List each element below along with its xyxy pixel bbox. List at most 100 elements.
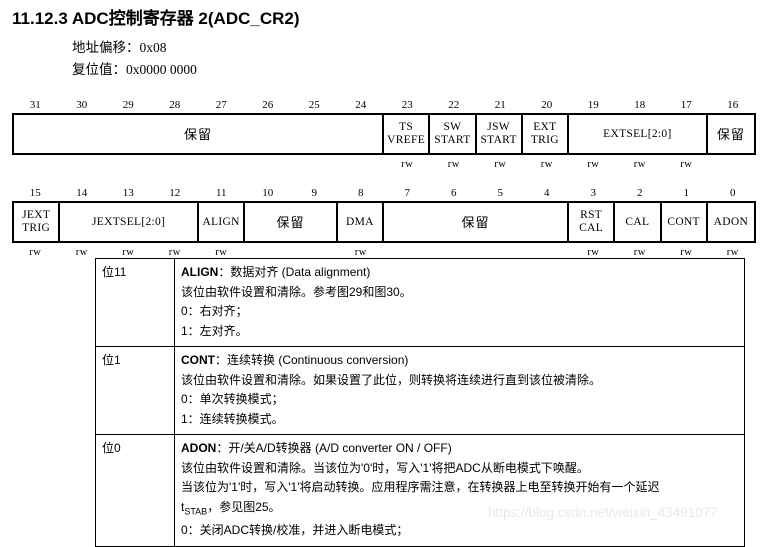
bit-index-cell: 位11 [95,258,175,347]
bit-number-row-low: 15 14 13 12 11 10 9 8 7 6 5 4 3 2 1 0 [12,186,756,201]
bit-number-15: 15 [29,187,41,199]
bit-number-29: 29 [122,99,134,111]
bit-number-5: 5 [497,187,504,199]
bitfield-CONT: CONT [662,203,708,241]
bitfield-ADON: ADON [708,203,754,241]
table-row: 位0 ADON：开/关A/D转换器 (A/D converter ON / OFF… [95,434,745,547]
bit-description-line: 0：关闭ADC转换/校准，并进入断电模式； [181,523,409,538]
access-empty [198,155,245,175]
bit-description-line: 该位由软件设置和清除。如果设置了此位，则转换将连续进行直到该位被清除。 [181,372,602,387]
register-bitfield-table-high: 31 30 29 28 27 26 25 24 23 22 21 20 19 18 17 16 保留 TS VRE… [12,98,756,175]
bit-field-title: ：开/关A/D转换器 (A/D converter ON / OFF) [216,441,452,455]
bitfield-label-line2: TRIG [22,222,51,234]
bit-number-10: 10 [262,187,274,199]
bit-number-0: 0 [730,187,736,199]
bit-number-24: 24 [355,99,367,111]
bit-number-20: 20 [541,99,553,111]
bit-field-name: ALIGN [181,265,219,279]
access-empty [59,155,106,175]
bitfield-保留: 保留 [245,203,338,241]
access-row-high: rw rw rw rw rw rw rw [12,155,756,175]
bit-number-9: 9 [311,187,318,199]
bitfield-label-line1: SW [443,121,462,133]
page-title: 11.12.3 ADC控制寄存器 2(ADC_CR2) [12,9,300,28]
bitfield-ALIGN: ALIGN [199,203,246,241]
access-rw: rw [680,159,693,170]
reset-value-label: 复位值：0x0000 0000 [72,62,197,77]
bit-number-25: 25 [308,99,320,111]
bit-description-line: 该位由软件设置和清除。参考图29和图30。 [181,284,412,299]
bitfield-row-low: JEXT TRIG JEXTSEL[2:0] ALIGN 保留 DMA 保留 RST CAL CA… [12,201,756,243]
bitfield-label-line1: 保留 [716,126,745,142]
bitfield-JSWSTART: JSW START [477,115,523,153]
bit-number-13: 13 [122,187,134,199]
bit-number-18: 18 [634,99,646,111]
bit-description-line: 1：连续转换模式。 [181,411,284,426]
bit-description-heading: ALIGN：数据对齐 (Data alignment) [181,263,738,283]
bit-number-28: 28 [169,99,181,111]
bit-description-cell: ADON：开/关A/D转换器 (A/D converter ON / OFF) 该… [174,434,745,547]
access-empty [12,155,59,175]
bit-field-title: ：数据对齐 (Data alignment) [218,265,371,279]
bit-number-16: 16 [727,99,739,111]
bit-field-name: ADON [181,441,217,455]
bit-number-21: 21 [494,99,506,111]
bitfield-EXTTRIG: EXT TRIG [523,115,569,153]
bit-description-line: tSTAB，参见图25。 [181,499,281,516]
bitfield-label-line1: DMA [346,215,374,228]
bit-number-27: 27 [215,99,227,111]
access-rw: rw [447,159,460,170]
bitfield-RSTCAL: RST CAL [569,203,616,241]
bitfield-label-line1: JSW [487,121,510,133]
bit-description-cell: ALIGN：数据对齐 (Data alignment) 该位由软件设置和清除。参考… [174,258,745,347]
access-empty [152,155,199,175]
bitfield-label-line1: ADON [713,215,749,228]
bitfield-label-line2: VREFE [387,134,426,146]
bitfield-label-line1: RST [580,209,603,221]
bit-description-heading: ADON：开/关A/D转换器 (A/D converter ON / OFF) [181,439,738,459]
bit-index-cell: 位0 [95,434,175,547]
bitfield-DMA: DMA [338,203,384,241]
bitfield-label-line1: ALIGN [202,215,240,228]
bitfield-label-line1: JEXT [22,209,51,221]
bitfield-label-line1: 保留 [183,126,212,142]
bit-number-4: 4 [544,187,550,199]
bitfield-label-line2: TRIG [530,134,559,146]
bitfield-label-line2: CAL [579,222,604,234]
bit-number-30: 30 [76,99,88,111]
bit-description-heading: CONT：连续转换 (Continuous conversion) [181,351,738,371]
table-row: 位1 CONT：连续转换 (Continuous conversion) 该位由软件… [95,346,745,435]
bit-number-8: 8 [358,187,364,199]
bit-number-14: 14 [76,187,88,199]
bit-number-31: 31 [29,99,41,111]
bit-number-2: 2 [637,187,643,199]
bit-field-title: ：连续转换 (Continuous conversion) [215,353,409,367]
bitfield-CAL: CAL [615,203,662,241]
bit-description-cell: CONT：连续转换 (Continuous conversion) 该位由软件设置… [174,346,745,435]
bitfield-row-high: 保留 TS VREFE SW START JSW START EXT TRIG EXTSEL[2:… [12,113,756,155]
bit-number-7: 7 [404,187,411,199]
bit-number-12: 12 [169,187,181,199]
bitfield-JEXTSEL[2:0]: JEXTSEL[2:0] [60,203,199,241]
bitfield-SWSTART: SW START [430,115,477,153]
access-empty [338,155,385,175]
bit-description-line: 当该位为'1'时，写入'1'将启动转换。应用程序需注意，在转换器上电至转换开始有… [181,480,660,494]
bitfield-label-line1: 保留 [276,214,305,230]
bit-number-1: 1 [683,187,690,199]
bit-description-table: 位11 ALIGN：数据对齐 (Data alignment) 该位由软件设置和清除… [95,258,745,547]
bitfield-label-line2: START [434,134,471,146]
bit-number-17: 17 [680,99,692,111]
bitfield-保留: 保留 [384,203,569,241]
access-rw: rw [29,247,42,258]
bit-number-row-high: 31 30 29 28 27 26 25 24 23 22 21 20 19 18 17 16 [12,98,756,113]
bit-number-23: 23 [401,99,413,111]
access-rw: rw [633,159,646,170]
bitfield-保留: 保留 [14,115,384,153]
bit-number-3: 3 [590,187,597,199]
access-rw: rw [494,159,507,170]
access-rw: rw [587,159,600,170]
bit-description-line: 0：右对齐； [181,304,248,318]
bit-index-cell: 位1 [95,346,175,435]
access-empty [710,155,757,175]
access-empty [105,155,152,175]
